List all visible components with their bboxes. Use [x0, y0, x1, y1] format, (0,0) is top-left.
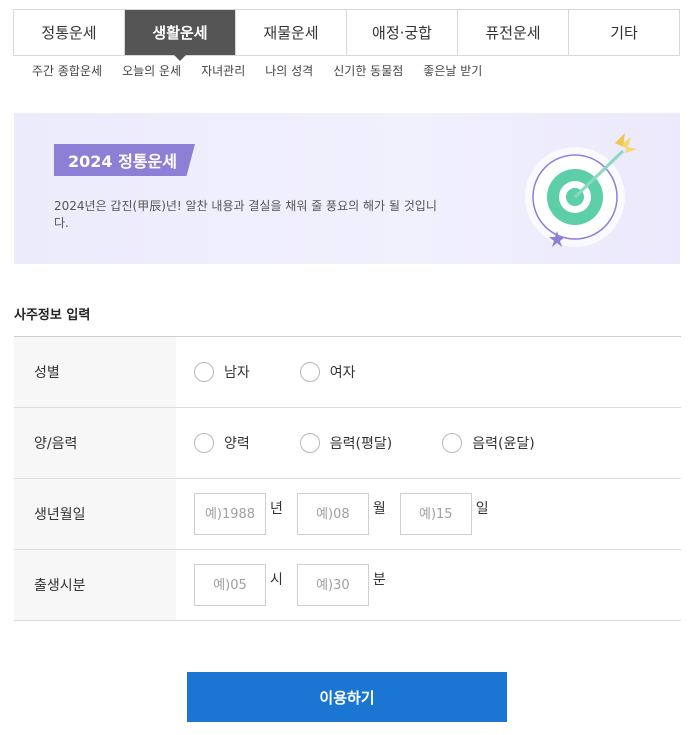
gender-female-radio[interactable]: 여자	[299, 362, 356, 382]
birthtime-row: 출생시분 시 분	[14, 550, 681, 621]
tab-traditional-fortune[interactable]: 정통운세	[14, 10, 124, 55]
minute-unit: 분	[372, 572, 386, 588]
birthtime-inputs: 시 분	[176, 550, 681, 620]
gender-options: 남자 여자	[176, 337, 681, 407]
calendar-row: 양/음력 양력 음력(평달) 음력(윤달)	[14, 408, 681, 479]
calendar-lunar-leap-radio[interactable]: 음력(윤달)	[442, 433, 535, 453]
calendar-options: 양력 음력(평달) 음력(윤달)	[176, 408, 681, 478]
hour-unit: 시	[270, 572, 283, 588]
tab-life-fortune[interactable]: 생활운세	[124, 10, 235, 55]
birth-day-input[interactable]	[399, 493, 472, 535]
sub-navigation: 주간 종합운세 오늘의 운세 자녀관리 나의 성격 신기한 동물점 좋은날 받기	[32, 62, 502, 79]
subnav-animal-fortune[interactable]: 신기한 동물점	[333, 62, 403, 79]
subnav-my-personality[interactable]: 나의 성격	[265, 62, 313, 79]
radio-circle[interactable]	[299, 433, 320, 453]
submit-button[interactable]: 이용하기	[187, 672, 507, 722]
tab-love-compatibility[interactable]: 애정·궁합	[346, 10, 457, 55]
saju-info-form: 성별 남자 여자 양/음력 양력 음력(평달) 음력(윤달) 생년월일 예)19…	[14, 336, 681, 621]
year-unit: 년	[270, 501, 283, 517]
tab-wealth-fortune[interactable]: 재물운세	[235, 10, 346, 55]
saju-info-title: 사주정보 입력	[14, 308, 91, 323]
birth-minute-input[interactable]	[296, 564, 369, 606]
subnav-today-fortune[interactable]: 오늘의 운세	[122, 62, 181, 79]
radio-label: 남자	[224, 365, 250, 381]
radio-label: 여자	[329, 365, 356, 381]
target-arrow-icon	[525, 133, 637, 247]
birth-hour-input[interactable]	[194, 564, 266, 606]
radio-label: 음력(평달)	[329, 436, 393, 452]
gender-label: 성별	[14, 337, 176, 407]
subnav-weekly-fortune[interactable]: 주간 종합운세	[32, 62, 102, 79]
radio-label: 양력	[224, 436, 250, 452]
day-unit: 일	[475, 501, 489, 517]
birthdate-inputs: 년 월 일	[176, 479, 681, 549]
birthtime-label: 출생시분	[14, 550, 176, 620]
calendar-solar-radio[interactable]: 양력	[194, 433, 250, 453]
tab-etc[interactable]: 기타	[568, 10, 679, 55]
calendar-lunar-radio[interactable]: 음력(평달)	[299, 433, 393, 453]
radio-circle[interactable]	[442, 433, 463, 453]
radio-label: 음력(윤달)	[472, 436, 535, 452]
gender-row: 성별 남자 여자	[14, 337, 681, 408]
radio-circle[interactable]	[299, 362, 320, 382]
birthdate-label: 생년월일	[14, 479, 176, 549]
category-tabs: 정통운세 생활운세 재물운세 애정·궁합 퓨전운세 기타	[13, 9, 680, 56]
calendar-label: 양/음력	[14, 408, 176, 478]
gender-male-radio[interactable]: 남자	[194, 362, 250, 382]
radio-circle[interactable]	[194, 433, 214, 453]
subnav-child-care[interactable]: 자녀관리	[201, 62, 245, 79]
birthdate-row: 생년월일 년 월 일	[14, 479, 681, 550]
radio-circle[interactable]	[194, 362, 214, 382]
birth-year-input[interactable]	[194, 493, 266, 535]
tab-fusion-fortune[interactable]: 퓨전운세	[457, 10, 568, 55]
banner-badge: 2024 정통운세	[54, 144, 195, 176]
fortune-banner: 2024 정통운세 2024년은 갑진(甲辰)년! 알찬 내용과 결실을 채워 …	[14, 113, 680, 264]
birth-month-input[interactable]	[296, 493, 369, 535]
banner-description: 2024년은 갑진(甲辰)년! 알찬 내용과 결실을 채워 줄 풍요의 해가 될…	[54, 199, 437, 230]
subnav-good-day[interactable]: 좋은날 받기	[423, 62, 482, 79]
month-unit: 월	[372, 501, 386, 517]
